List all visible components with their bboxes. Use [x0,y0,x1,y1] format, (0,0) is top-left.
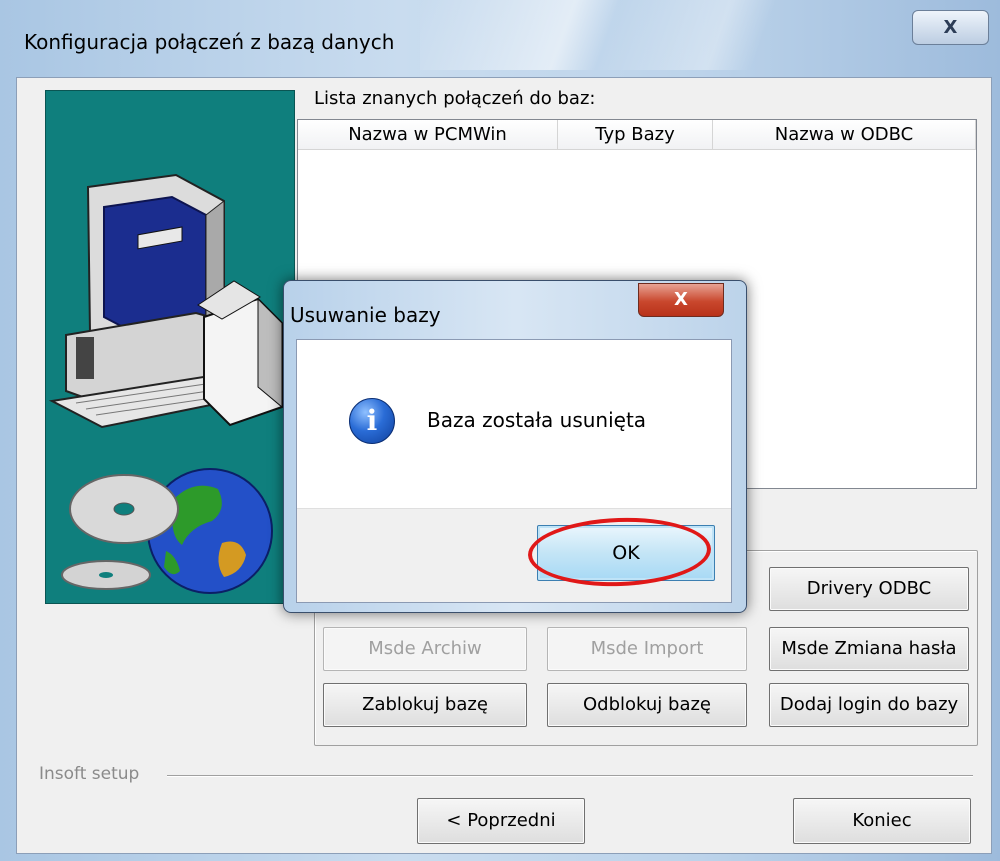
dialog-close-button[interactable]: X [638,283,724,317]
dialog-title: Usuwanie bazy [290,303,441,327]
computer-illustration [45,90,295,604]
column-header-odbc-name[interactable]: Nazwa w ODBC [713,120,976,150]
info-icon: i [349,398,395,444]
dialog-message: Baza została usunięta [427,408,647,432]
previous-button[interactable]: < Poprzedni [417,798,585,844]
column-header-pcmwin-name[interactable]: Nazwa w PCMWin [298,120,558,150]
msde-archive-button[interactable]: Msde Archiw [323,627,527,671]
computer-globe-image [48,173,283,594]
add-login-button[interactable]: Dodaj login do bazy [769,683,969,727]
dialog-body: i Baza została usunięta OK [296,339,732,603]
finish-button[interactable]: Koniec [793,798,971,844]
list-header: Nazwa w PCMWin Typ Bazy Nazwa w ODBC [298,120,976,150]
title-bar-glare [420,0,840,70]
msde-import-button[interactable]: Msde Import [547,627,747,671]
column-header-db-type[interactable]: Typ Bazy [558,120,713,150]
unlock-db-button[interactable]: Odblokuj bazę [547,683,747,727]
msde-change-password-button[interactable]: Msde Zmiana hasła [769,627,969,671]
setup-label: Insoft setup [39,764,146,784]
message-dialog: Usuwanie bazy X i Baza została usunięta … [283,280,747,613]
odbc-drivers-button[interactable]: Drivery ODBC [769,567,969,611]
connections-list-label: Lista znanych połączeń do baz: [314,88,596,109]
window-title: Konfiguracja połączeń z bazą danych [24,30,395,54]
footer-separator [167,775,973,777]
lock-db-button[interactable]: Zablokuj bazę [323,683,527,727]
window-close-button[interactable]: X [912,10,989,45]
ok-button[interactable]: OK [537,525,715,581]
